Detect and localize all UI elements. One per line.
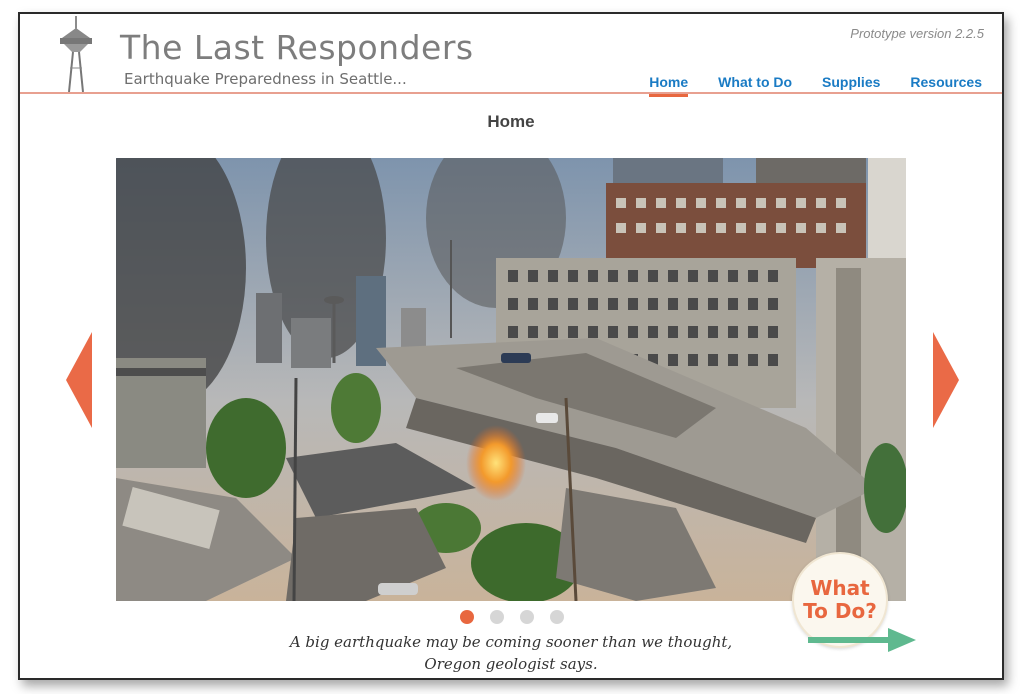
carousel-pagination <box>460 610 564 624</box>
carousel-prev-button[interactable] <box>66 332 92 428</box>
version-label: Prototype version 2.2.5 <box>850 26 984 41</box>
space-needle-icon <box>60 16 92 92</box>
carousel-dot-4[interactable] <box>550 610 564 624</box>
cta-label-line-1: What <box>810 576 870 600</box>
nav-supplies[interactable]: Supplies <box>822 74 880 97</box>
page-title: Home <box>487 112 535 131</box>
cta-label-line-2: To Do? <box>803 599 877 623</box>
carousel-next-button[interactable] <box>933 332 959 428</box>
nav-what-to-do[interactable]: What to Do <box>718 74 792 97</box>
arrow-right-icon <box>808 628 916 652</box>
nav-resources[interactable]: Resources <box>910 74 982 97</box>
site-title: The Last Responders <box>120 28 474 67</box>
what-to-do-button[interactable]: What To Do? <box>790 552 920 652</box>
carousel-dot-1[interactable] <box>460 610 474 624</box>
site-subtitle: Earthquake Preparedness in Seattle... <box>124 70 407 88</box>
carousel-dot-3[interactable] <box>520 610 534 624</box>
nav-home[interactable]: Home <box>649 74 689 97</box>
carousel-slide-image <box>116 158 906 601</box>
site-header: The Last Responders Earthquake Preparedn… <box>20 14 1002 97</box>
slide-caption-line-2: Oregon geologist says. <box>424 655 598 673</box>
carousel-dot-2[interactable] <box>490 610 504 624</box>
app-window: The Last Responders Earthquake Preparedn… <box>18 12 1004 680</box>
main-nav: Home What to Do Supplies Resources <box>649 74 982 97</box>
